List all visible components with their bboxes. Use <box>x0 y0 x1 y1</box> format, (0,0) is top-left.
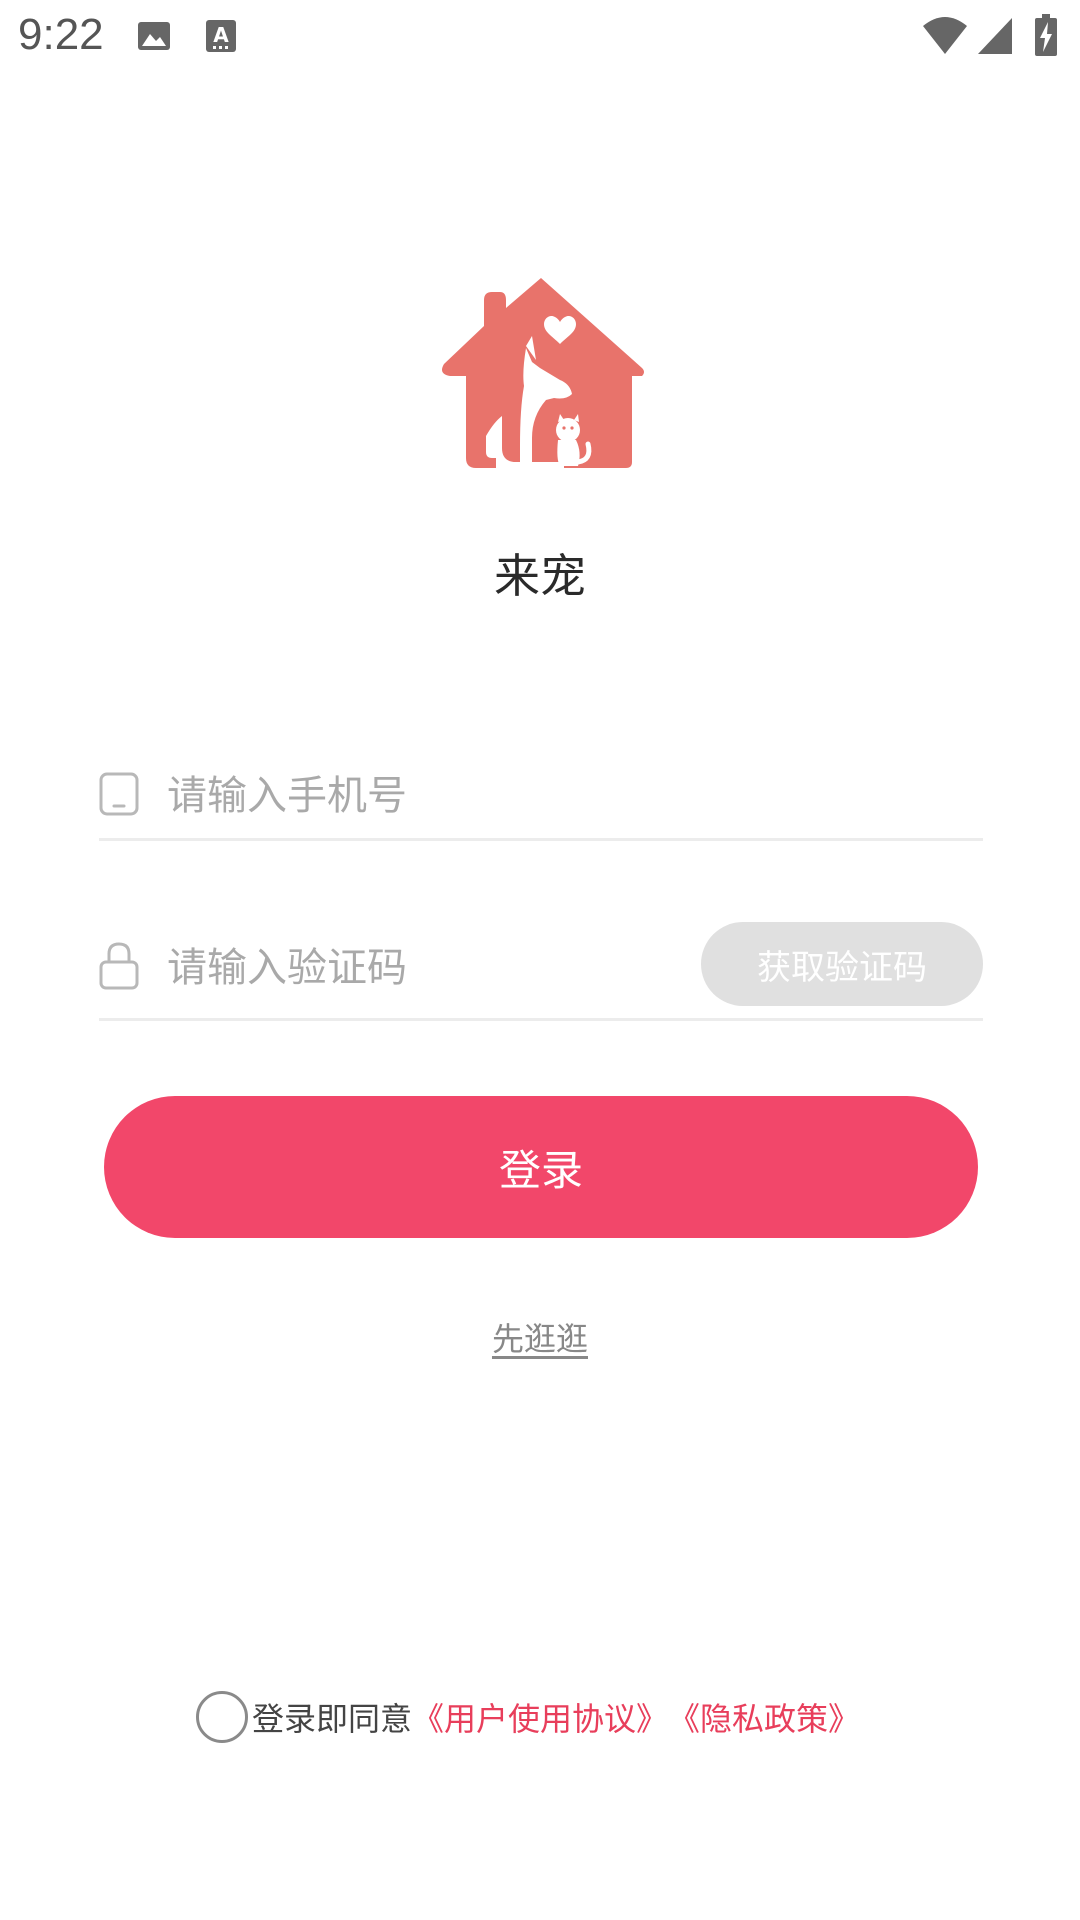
verification-code-input[interactable] <box>167 940 667 996</box>
battery-charging-icon <box>1035 14 1057 56</box>
phone-field-row <box>99 760 983 841</box>
cellular-signal-icon <box>978 18 1012 54</box>
status-time: 9:22 <box>18 10 104 59</box>
get-code-button[interactable]: 获取验证码 <box>701 922 983 1006</box>
agree-checkbox[interactable] <box>196 1691 248 1743</box>
login-screen: 9:22 A 来宠 请输入手机号 请输入验证码 获取验证码 登录 先逛逛 登录即… <box>0 0 1080 1920</box>
image-icon <box>138 22 170 50</box>
wifi-icon <box>923 17 967 54</box>
phone-input[interactable] <box>167 768 947 824</box>
phone-icon <box>99 772 139 816</box>
agreement-prefix: 登录即同意 <box>252 1700 413 1738</box>
browse-first-link[interactable]: 先逛逛 <box>492 1320 588 1358</box>
status-bar: 9:22 A <box>0 0 1080 75</box>
app-name: 来宠 <box>494 549 586 603</box>
code-field-row: 获取验证码 <box>99 918 983 1021</box>
lock-icon <box>99 942 139 990</box>
login-button[interactable]: 登录 <box>104 1096 978 1238</box>
user-agreement-link[interactable]: 《用户使用协议》 <box>412 1694 668 1740</box>
svg-text:A: A <box>213 23 229 47</box>
agreement-row: 登录即同意 《用户使用协议》 《隐私政策》 <box>196 1688 860 1746</box>
privacy-policy-link[interactable]: 《隐私政策》 <box>668 1694 860 1740</box>
text-a-icon: A <box>206 20 236 52</box>
browse-first-link-container: 先逛逛 <box>0 1314 1080 1360</box>
pet-house-logo-icon <box>442 278 644 468</box>
